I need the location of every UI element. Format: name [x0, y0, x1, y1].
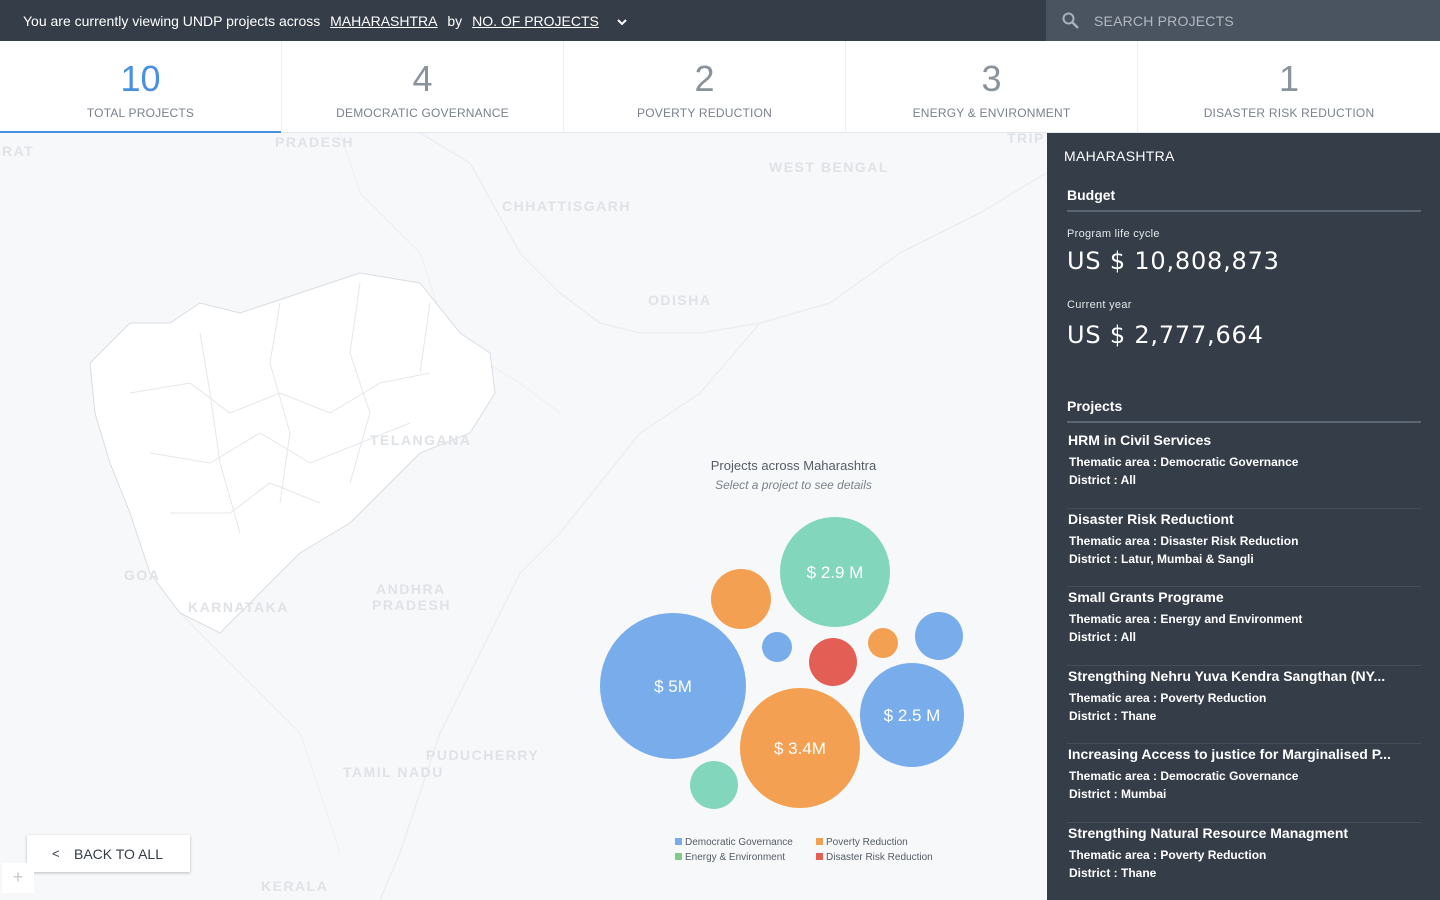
- stats-tabs: 10 TOTAL PROJECTS 4 DEMOCRATIC GOVERNANC…: [0, 41, 1440, 134]
- stat-total-projects[interactable]: 10 TOTAL PROJECTS: [0, 41, 282, 134]
- stat-label: ENERGY & ENVIRONMENT: [912, 106, 1071, 120]
- stat-disaster-risk-reduction[interactable]: 1 DISASTER RISK REDUCTION: [1138, 41, 1440, 133]
- stat-value: 10: [120, 58, 161, 99]
- bubble[interactable]: [868, 628, 898, 658]
- back-to-all-button[interactable]: < BACK TO ALL: [27, 835, 190, 872]
- context-prefix: You are currently viewing UNDP projects …: [23, 13, 321, 29]
- context-sentence: You are currently viewing UNDP projects …: [23, 13, 627, 29]
- map-area[interactable]: RAT PRADESH WEST BENGAL CHHATTISGARH ODI…: [0, 133, 1046, 900]
- legend-swatch: [675, 853, 682, 860]
- legend-label: Disaster Risk Reduction: [826, 852, 933, 863]
- budget-heading: Budget: [1067, 187, 1421, 212]
- project-name: Small Grants Programe: [1068, 589, 1224, 605]
- bubble[interactable]: [690, 761, 738, 809]
- legend-item: Poverty Reduction: [816, 837, 908, 848]
- project-name: Strengthing Natural Resource Managment: [1068, 824, 1349, 841]
- project-thematic: Thematic area : Democratic Governance: [1069, 455, 1299, 469]
- bubble-label: $ 2.5 M: [884, 706, 941, 725]
- bubble-label: $ 5M: [654, 677, 692, 696]
- metric-selector[interactable]: NO. OF PROJECTS: [472, 13, 599, 29]
- legend-item: Disaster Risk Reduction: [816, 852, 933, 863]
- project-item[interactable]: Strengthing Nehru Yuva Kendra Sangthan (…: [1067, 666, 1421, 744]
- stat-label: POVERTY REDUCTION: [637, 106, 772, 120]
- project-district: District : Thane: [1069, 865, 1157, 880]
- stat-label: TOTAL PROJECTS: [86, 106, 195, 120]
- projects-heading: Projects: [1067, 398, 1421, 423]
- project-item[interactable]: Disaster Risk Reductiont Thematic area :…: [1067, 509, 1421, 587]
- state-selector[interactable]: MAHARASHTRA: [330, 13, 437, 29]
- top-bar: You are currently viewing UNDP projects …: [0, 0, 1440, 41]
- project-thematic: Thematic area : Democratic Governance: [1069, 769, 1299, 783]
- context-by: by: [447, 13, 463, 29]
- project-district: District : All: [1069, 630, 1136, 644]
- bubble[interactable]: [915, 612, 963, 660]
- current-year-value: US $ 2,777,664: [1067, 321, 1264, 349]
- projects-list: HRM in Civil Services Thematic area : De…: [1067, 430, 1421, 900]
- legend-swatch: [816, 838, 823, 845]
- legend-item: Energy & Environment: [675, 852, 785, 863]
- stat-value: 1: [1278, 58, 1300, 99]
- project-thematic: Thematic area : Poverty Reduction: [1069, 690, 1267, 705]
- search-box[interactable]: [1046, 0, 1440, 41]
- life-cycle-label: Program life cycle: [1067, 228, 1160, 240]
- legend-swatch: [816, 853, 823, 860]
- stat-label: DISASTER RISK REDUCTION: [1203, 106, 1375, 120]
- bubble[interactable]: [809, 638, 857, 686]
- bubble-chart: $ 5M $ 3.4M $ 2.9 M $ 2.5 M: [600, 517, 964, 809]
- bubble[interactable]: [711, 569, 771, 629]
- legend-label: Energy & Environment: [685, 852, 786, 863]
- project-district: District : Latur, Mumbai & Sangli: [1069, 551, 1254, 566]
- project-name: Disaster Risk Reductiont: [1068, 510, 1234, 527]
- zoom-in-button[interactable]: +: [2, 863, 34, 893]
- stat-label: DEMOCRATIC GOVERNANCE: [336, 106, 509, 120]
- stat-democratic-governance[interactable]: 4 DEMOCRATIC GOVERNANCE: [282, 41, 564, 133]
- stat-poverty-reduction[interactable]: 2 POVERTY REDUCTION: [564, 41, 846, 133]
- bubble-label: $ 2.9 M: [807, 563, 864, 582]
- stat-value: 2: [694, 58, 715, 99]
- stat-energy-environment[interactable]: 3 ENERGY & ENVIRONMENT: [846, 41, 1138, 133]
- project-name: Increasing Access to justice for Margina…: [1068, 746, 1391, 762]
- project-district: District : Thane: [1069, 708, 1157, 723]
- project-name: Strengthing Nehru Yuva Kendra Sangthan (…: [1068, 667, 1386, 684]
- project-thematic: Thematic area : Disaster Risk Reduction: [1069, 533, 1299, 548]
- chevron-down-icon[interactable]: [617, 17, 627, 29]
- stat-value: 4: [412, 58, 433, 99]
- project-thematic: Thematic area : Poverty Reduction: [1069, 847, 1267, 862]
- bubble-label: $ 3.4M: [774, 739, 826, 758]
- stat-value: 3: [981, 58, 1002, 99]
- project-item[interactable]: Strengthing Natural Resource Managment T…: [1067, 823, 1421, 900]
- legend-swatch: [675, 838, 682, 845]
- legend-label: Democratic Governance: [685, 837, 793, 848]
- legend-item: Democratic Governance: [675, 837, 793, 848]
- state-details-panel: MAHARASHTRA Budget Program life cycle US…: [1047, 133, 1440, 900]
- back-to-all-label: BACK TO ALL: [74, 846, 163, 862]
- legend-label: Poverty Reduction: [826, 837, 908, 848]
- bubble[interactable]: [762, 632, 792, 662]
- panel-title: MAHARASHTRA: [1064, 148, 1175, 164]
- search-input[interactable]: [1094, 0, 1424, 41]
- project-item[interactable]: Increasing Access to justice for Margina…: [1067, 744, 1421, 823]
- search-icon: [1062, 12, 1079, 29]
- life-cycle-value: US $ 10,808,873: [1067, 247, 1280, 275]
- project-name: HRM in Civil Services: [1068, 432, 1212, 448]
- project-thematic: Thematic area : Energy and Environment: [1069, 612, 1303, 626]
- project-item[interactable]: Small Grants Programe Thematic area : En…: [1067, 587, 1421, 666]
- project-district: District : All: [1069, 473, 1136, 487]
- current-year-label: Current year: [1067, 299, 1132, 311]
- chevron-left-icon: <: [52, 846, 60, 861]
- project-district: District : Mumbai: [1069, 787, 1167, 801]
- project-item[interactable]: HRM in Civil Services Thematic area : De…: [1067, 430, 1421, 509]
